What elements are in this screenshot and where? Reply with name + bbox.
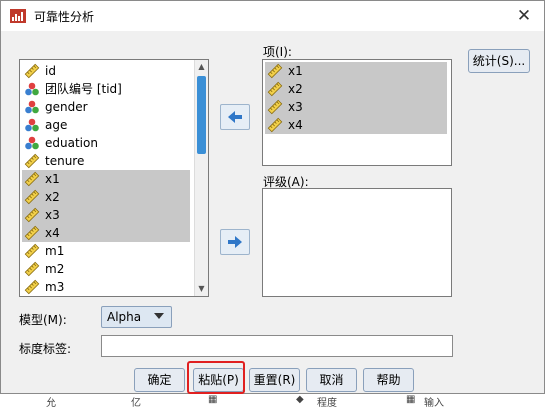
close-icon: ✕	[516, 6, 532, 26]
ruler-icon	[267, 81, 283, 97]
source-variable-item[interactable]: m2	[22, 260, 190, 278]
paste-button-highlight	[187, 361, 245, 394]
statistics-button[interactable]: 统计(S)...	[468, 49, 530, 73]
ruler-icon	[24, 243, 40, 259]
model-label: 模型(M):	[19, 313, 67, 327]
reset-button[interactable]: 重置(R)	[249, 368, 300, 392]
source-variable-item-label: eduation	[45, 136, 98, 150]
scroll-thumb[interactable]	[197, 76, 206, 154]
source-variable-item-label: tenure	[45, 154, 85, 168]
source-list-scrollbar[interactable]: ▲ ▼	[194, 60, 208, 296]
move-to-items-button[interactable]	[220, 104, 250, 130]
source-variable-item[interactable]: m3	[22, 278, 190, 296]
source-variable-item[interactable]: 团队编号 [tid]	[22, 80, 190, 98]
ruler-icon	[24, 189, 40, 205]
source-variable-item[interactable]: x2	[22, 188, 190, 206]
source-variable-item[interactable]: id	[22, 62, 190, 80]
help-button[interactable]: 帮助	[363, 368, 414, 392]
app-icon	[10, 9, 26, 23]
ruler-icon	[24, 153, 40, 169]
ruler-icon	[267, 117, 283, 133]
item-variable-item[interactable]: x4	[265, 116, 447, 134]
ruler-icon	[267, 63, 283, 79]
background-fragment: ▦	[208, 394, 218, 405]
background-row-fragment: 允 亿 ▦ ◆ 程度 ▦ 输入	[0, 394, 547, 409]
items-list[interactable]: x1 x2 x3 x4	[262, 59, 452, 166]
source-variable-item[interactable]: gender	[22, 98, 190, 116]
nominal-balls-icon	[24, 135, 40, 151]
items-list-label: 项(I):	[263, 45, 292, 59]
arrow-left-icon	[228, 111, 242, 123]
scroll-down-icon[interactable]: ▼	[195, 282, 208, 296]
nominal-balls-icon	[24, 99, 40, 115]
ruler-icon	[24, 279, 40, 295]
reliability-analysis-dialog: 可靠性分析 ✕ ▲ ▼ id 团队编号 [tid] gender age eduatio…	[0, 0, 545, 394]
source-variable-item-label: gender	[45, 100, 88, 114]
ruler-icon	[24, 225, 40, 241]
nominal-venn-icon	[24, 81, 40, 97]
ruler-icon	[24, 261, 40, 277]
source-variable-item[interactable]: x4	[22, 224, 190, 242]
source-variable-item-label: x4	[45, 226, 60, 240]
ruler-icon	[24, 63, 40, 79]
chevron-down-icon	[154, 313, 164, 319]
source-variable-item[interactable]: m1	[22, 242, 190, 260]
scroll-up-icon[interactable]: ▲	[195, 60, 208, 74]
ruler-icon	[24, 207, 40, 223]
nominal-balls-icon	[24, 117, 40, 133]
ruler-icon	[267, 99, 283, 115]
cancel-button[interactable]: 取消	[306, 368, 357, 392]
item-variable-item[interactable]: x3	[265, 98, 447, 116]
source-variable-item-label: id	[45, 64, 56, 78]
source-variable-item[interactable]: tenure	[22, 152, 190, 170]
source-variable-item-label: age	[45, 118, 68, 132]
move-to-rater-button[interactable]	[220, 229, 250, 255]
source-variable-item-label: 团队编号 [tid]	[45, 82, 122, 96]
item-variable-item-label: x4	[288, 118, 303, 132]
background-fragment: ◆	[296, 394, 304, 405]
source-variable-item[interactable]: x3	[22, 206, 190, 224]
source-variable-item-label: m2	[45, 262, 65, 276]
source-variable-list[interactable]: ▲ ▼ id 团队编号 [tid] gender age eduation tenure x…	[19, 59, 209, 297]
item-variable-item-label: x3	[288, 100, 303, 114]
arrow-right-icon	[228, 236, 242, 248]
source-variable-item-label: x2	[45, 190, 60, 204]
source-variable-item-label: x3	[45, 208, 60, 222]
source-variable-item-label: m1	[45, 244, 65, 258]
window-title: 可靠性分析	[34, 10, 95, 24]
model-select[interactable]: Alpha	[101, 306, 172, 328]
title-bar: 可靠性分析 ✕	[1, 1, 544, 31]
close-button[interactable]: ✕	[508, 3, 540, 29]
ok-button[interactable]: 确定	[134, 368, 185, 392]
source-variable-item[interactable]: eduation	[22, 134, 190, 152]
scale-label-label: 标度标签:	[19, 342, 72, 356]
item-variable-item[interactable]: x1	[265, 62, 447, 80]
item-variable-item[interactable]: x2	[265, 80, 447, 98]
source-variable-item-label: x1	[45, 172, 60, 186]
model-value: Alpha	[107, 310, 142, 324]
source-variable-item[interactable]: age	[22, 116, 190, 134]
background-fragment: ▦	[406, 394, 416, 405]
source-variable-item-label: m3	[45, 280, 65, 294]
scale-label-input[interactable]	[101, 335, 453, 357]
rater-list[interactable]	[262, 188, 452, 297]
ruler-icon	[24, 171, 40, 187]
item-variable-item-label: x2	[288, 82, 303, 96]
item-variable-item-label: x1	[288, 64, 303, 78]
source-variable-item[interactable]: x1	[22, 170, 190, 188]
